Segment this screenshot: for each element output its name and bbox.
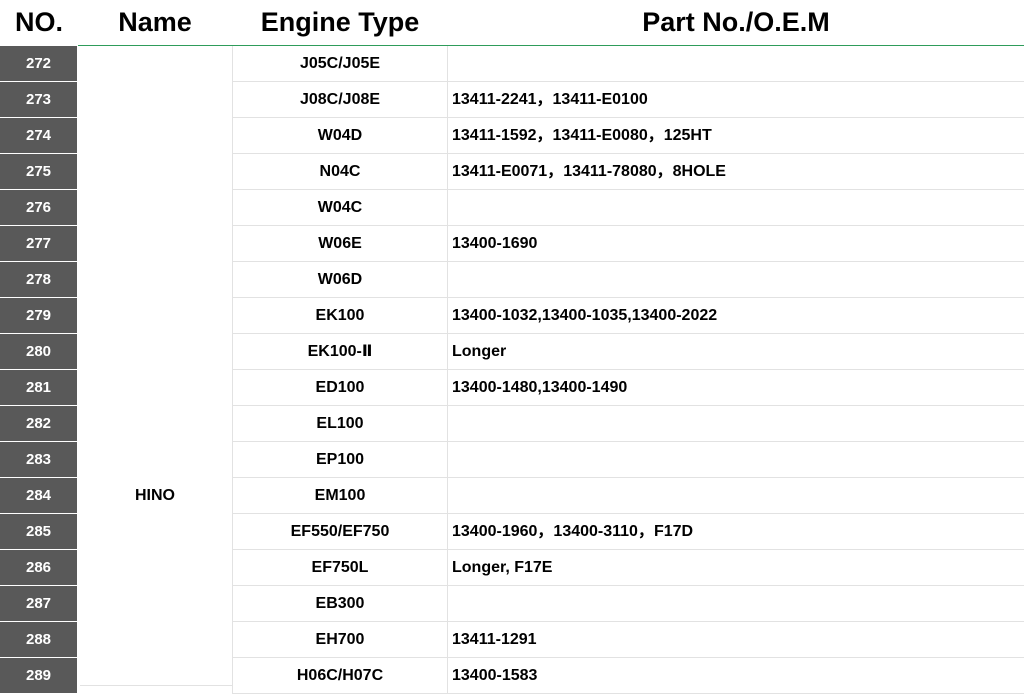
header-no: NO. bbox=[14, 7, 63, 37]
parts-table: NO. Name Engine Type Part No./O.E.M HINO… bbox=[0, 0, 1024, 694]
engine-type-cell: H06C/H07C bbox=[232, 658, 448, 694]
header-name: Name bbox=[118, 7, 192, 37]
part-no-cell: 13400-1960，13400-3110，F17D bbox=[448, 514, 1024, 550]
part-no-cell bbox=[448, 46, 1024, 82]
part-no-cell bbox=[448, 262, 1024, 298]
part-no-cell bbox=[448, 586, 1024, 622]
part-no-cell bbox=[448, 406, 1024, 442]
table-row: 286 EF750L Longer, F17E bbox=[0, 550, 1024, 586]
engine-type-cell: W06E bbox=[232, 226, 448, 262]
row-number: 289 bbox=[0, 658, 78, 694]
part-no-cell: Longer, F17E bbox=[448, 550, 1024, 586]
table-row: 288 EH700 13411-1291 bbox=[0, 622, 1024, 658]
engine-type-cell: N04C bbox=[232, 154, 448, 190]
table-row: 274 W04D 13411-1592，13411-E0080，125HT bbox=[0, 118, 1024, 154]
part-no-cell: 13411-E0071，13411-78080，8HOLE bbox=[448, 154, 1024, 190]
row-number: 273 bbox=[0, 82, 78, 118]
row-number: 287 bbox=[0, 586, 78, 622]
engine-type-cell: EB300 bbox=[232, 586, 448, 622]
row-number: 285 bbox=[0, 514, 78, 550]
table-body: 272 J05C/J05E 273 J08C/J08E 13411-2241，1… bbox=[0, 46, 1024, 694]
part-no-cell bbox=[448, 478, 1024, 514]
part-no-cell: 13400-1480,13400-1490 bbox=[448, 370, 1024, 406]
engine-type-cell: EK100-Ⅱ bbox=[232, 334, 448, 370]
engine-type-cell: EP100 bbox=[232, 442, 448, 478]
part-no-cell bbox=[448, 190, 1024, 226]
part-no-cell: 13400-1032,13400-1035,13400-2022 bbox=[448, 298, 1024, 334]
part-no-cell: 13400-1583 bbox=[448, 658, 1024, 694]
row-number: 286 bbox=[0, 550, 78, 586]
part-no-cell: Longer bbox=[448, 334, 1024, 370]
row-number: 282 bbox=[0, 406, 78, 442]
table-row: 282 EL100 bbox=[0, 406, 1024, 442]
table-row: 289 H06C/H07C 13400-1583 bbox=[0, 658, 1024, 694]
part-no-cell: 13411-1592，13411-E0080，125HT bbox=[448, 118, 1024, 154]
table-row: 285 EF550/EF750 13400-1960，13400-3110，F1… bbox=[0, 514, 1024, 550]
table-row: 272 J05C/J05E bbox=[0, 46, 1024, 82]
row-number: 278 bbox=[0, 262, 78, 298]
row-number: 275 bbox=[0, 154, 78, 190]
engine-type-cell: EF550/EF750 bbox=[232, 514, 448, 550]
table-row: 278 W06D bbox=[0, 262, 1024, 298]
engine-type-cell: J08C/J08E bbox=[232, 82, 448, 118]
table-row: 280 EK100-Ⅱ Longer bbox=[0, 334, 1024, 370]
table-row: 281 ED100 13400-1480,13400-1490 bbox=[0, 370, 1024, 406]
table-row: 283 EP100 bbox=[0, 442, 1024, 478]
engine-type-cell: EF750L bbox=[232, 550, 448, 586]
table-row: 284 EM100 bbox=[0, 478, 1024, 514]
row-number: 274 bbox=[0, 118, 78, 154]
part-no-cell: 13411-1291 bbox=[448, 622, 1024, 658]
table-row: 287 EB300 bbox=[0, 586, 1024, 622]
table-row: 276 W04C bbox=[0, 190, 1024, 226]
row-number: 283 bbox=[0, 442, 78, 478]
part-no-cell bbox=[448, 442, 1024, 478]
engine-type-cell: EL100 bbox=[232, 406, 448, 442]
row-number: 272 bbox=[0, 46, 78, 82]
part-no-cell: 13400-1690 bbox=[448, 226, 1024, 262]
engine-type-cell: W06D bbox=[232, 262, 448, 298]
engine-type-cell: W04D bbox=[232, 118, 448, 154]
engine-type-cell: EK100 bbox=[232, 298, 448, 334]
engine-type-cell: EM100 bbox=[232, 478, 448, 514]
row-number: 277 bbox=[0, 226, 78, 262]
engine-type-cell: EH700 bbox=[232, 622, 448, 658]
table-row: 277 W06E 13400-1690 bbox=[0, 226, 1024, 262]
header-engine-type: Engine Type bbox=[260, 7, 420, 37]
table-row: 273 J08C/J08E 13411-2241，13411-E0100 bbox=[0, 82, 1024, 118]
table-row: 275 N04C 13411-E0071，13411-78080，8HOLE bbox=[0, 154, 1024, 190]
engine-type-cell: W04C bbox=[232, 190, 448, 226]
row-number: 288 bbox=[0, 622, 78, 658]
row-number: 279 bbox=[0, 298, 78, 334]
engine-type-cell: ED100 bbox=[232, 370, 448, 406]
engine-type-cell: J05C/J05E bbox=[232, 46, 448, 82]
row-number: 276 bbox=[0, 190, 78, 226]
row-number: 281 bbox=[0, 370, 78, 406]
part-no-cell: 13411-2241，13411-E0100 bbox=[448, 82, 1024, 118]
header-part-no: Part No./O.E.M bbox=[642, 7, 830, 37]
row-number: 284 bbox=[0, 478, 78, 514]
row-number: 280 bbox=[0, 334, 78, 370]
table-row: 279 EK100 13400-1032,13400-1035,13400-20… bbox=[0, 298, 1024, 334]
